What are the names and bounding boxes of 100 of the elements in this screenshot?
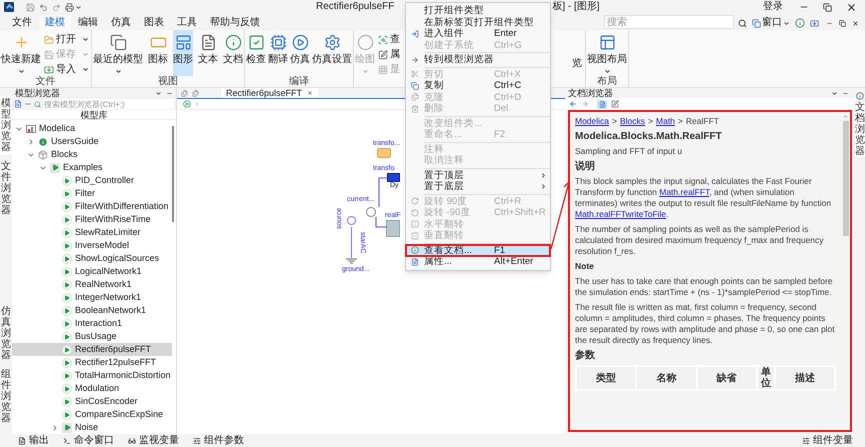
ribbon-button[interactable]: 仿真 [290, 30, 310, 76]
tree-item[interactable]: ShowLogicalSources [12, 252, 172, 265]
side-tab[interactable]: 文件浏览器 [0, 159, 12, 218]
tree-item[interactable]: FilterWithRiseTime [12, 213, 172, 226]
breadcrumb-link[interactable]: Modelica [575, 116, 610, 127]
edit-icon[interactable] [611, 100, 619, 108]
menu-tab[interactable]: 图表 [138, 15, 170, 30]
side-tab[interactable]: 组件浏览器 [0, 367, 12, 426]
bottom-tab[interactable]: 监视变量 [128, 434, 179, 446]
tree-item[interactable]: Blocks [12, 148, 172, 161]
menu-item[interactable]: 转到模型浏览器 [406, 54, 550, 66]
search-field[interactable]: 搜索模型浏览器(Ctrl+;) [43, 99, 174, 109]
menu-item[interactable]: 打开组件类型 [406, 5, 550, 16]
tree-item[interactable]: TotalHarmonicDistortion [12, 369, 172, 382]
printer-icon[interactable] [65, 2, 74, 12]
tree-item[interactable]: Filter [12, 187, 172, 200]
tab-list-icon[interactable] [181, 90, 188, 97]
collapse-icon[interactable] [27, 138, 35, 146]
redo-icon[interactable] [52, 2, 61, 12]
tree-item[interactable]: BusUsage [12, 330, 172, 343]
ribbon-button[interactable]: 图标 [148, 30, 168, 76]
menu-item[interactable]: 复制 Ctrl+C [406, 80, 550, 92]
menu-tab[interactable]: 建模 [39, 15, 71, 30]
search-field[interactable]: 搜索 [604, 15, 734, 29]
menu-tab[interactable]: 编辑 [72, 15, 104, 30]
tree-item[interactable]: BooleanNetwork1 [12, 304, 172, 317]
undo-icon[interactable] [39, 2, 48, 12]
ribbon-button-label[interactable]: 览 [572, 58, 582, 69]
scrollbar-thumb[interactable] [842, 121, 848, 236]
voltage-source-component[interactable] [347, 216, 356, 225]
bottom-tab[interactable]: 输出 [18, 434, 49, 446]
tree-item[interactable]: Rectifier12pulseFFT [12, 356, 172, 369]
tree-item[interactable]: SinCosEncoder [12, 395, 172, 408]
tree-item[interactable]: Modulation [12, 382, 172, 395]
menu-tab[interactable]: 帮助与反馈 [204, 15, 266, 30]
menu-tab[interactable]: 仿真 [105, 15, 137, 30]
doc-link[interactable]: Math.realFFTwriteToFile [575, 209, 666, 219]
side-tab[interactable]: 模型浏览器 [0, 96, 12, 155]
info-icon[interactable] [856, 92, 864, 100]
menu-item[interactable]: 置于底层 [406, 181, 550, 192]
minimize-icon[interactable] [826, 20, 833, 27]
tree-item[interactable]: UsersGuide [12, 135, 172, 148]
restore-icon[interactable] [839, 20, 846, 27]
tree-item[interactable]: Modelica [12, 122, 172, 135]
side-tab[interactable]: 仿真浏览器 [0, 304, 12, 363]
menu-tab[interactable]: 工具 [171, 15, 203, 30]
tree-item[interactable]: SlewRateLimiter [12, 226, 172, 239]
login-link[interactable]: 登录 [763, 1, 783, 13]
back-icon[interactable] [569, 100, 577, 108]
side-tab[interactable]: 文档浏览器 [855, 102, 865, 157]
tab-list-icon[interactable] [192, 90, 199, 97]
save-icon[interactable] [26, 2, 35, 12]
menu-tab[interactable]: 文件 [6, 15, 38, 30]
tree-item[interactable]: CompareSincExpSine [12, 408, 172, 421]
ribbon-button[interactable]: 检查 [246, 30, 266, 76]
bottom-tab[interactable]: 命令窗口 [63, 434, 114, 446]
tree-item[interactable]: Rectifier6pulseFFT [12, 343, 172, 356]
scrollbar-thumb[interactable] [172, 126, 174, 222]
tree-item[interactable]: Noise [12, 421, 172, 434]
doc-link[interactable]: Math.realFFT [659, 187, 710, 197]
bottom-tab[interactable]: 组件变量 [802, 434, 853, 446]
menu-item[interactable]: 进入组件 Enter [406, 28, 550, 40]
caret-icon[interactable] [831, 90, 838, 96]
menu-item[interactable]: 在新标签页打开组件类型 [406, 16, 550, 28]
ribbon-button[interactable]: 查 [377, 33, 401, 46]
sensor-component[interactable] [366, 207, 376, 217]
caret-icon[interactable] [75, 4, 82, 10]
editor-tab[interactable]: Rectifier6pulseFFT [221, 88, 318, 98]
restore-icon[interactable] [823, 2, 832, 12]
breadcrumb-link[interactable]: Math [656, 116, 675, 127]
ribbon-button[interactable]: 文本 [198, 30, 218, 76]
file-icon[interactable] [14, 100, 22, 108]
play-icon[interactable] [183, 100, 191, 108]
window-menu-button[interactable]: 窗口 [752, 17, 790, 29]
tree-item[interactable]: Interaction1 [12, 317, 172, 330]
ribbon-button[interactable]: 翻译 [268, 30, 288, 76]
ribbon-button[interactable]: 打开 [43, 33, 90, 46]
close-icon[interactable] [846, 2, 857, 12]
ribbon-button[interactable]: 仿真设置 [312, 30, 352, 76]
tree-item[interactable]: LogicalNetwork1 [12, 265, 172, 278]
menu-item[interactable]: 置于顶层 [406, 170, 550, 181]
scroll-up-icon[interactable] [843, 114, 848, 119]
view-icon[interactable] [597, 100, 607, 108]
tree-item[interactable]: Examples [12, 161, 172, 174]
tree-item[interactable]: RealNetwork1 [12, 278, 172, 291]
bottom-tab[interactable]: 组件参数 [193, 434, 244, 446]
ribbon-button[interactable]: 导入 [43, 63, 90, 76]
tree-item[interactable]: FilterWithDifferentiation [12, 200, 172, 213]
caret-icon[interactable] [155, 90, 162, 96]
collapse-icon[interactable] [51, 424, 59, 432]
search-icon[interactable] [738, 19, 747, 28]
forward-icon[interactable] [581, 100, 589, 108]
ribbon-button[interactable]: 快速新建 [1, 30, 41, 76]
ribbon-button[interactable]: 最近的模型 [93, 30, 143, 76]
ribbon-button[interactable]: 属 [377, 48, 401, 61]
tree-item[interactable]: IntegerNetwork1 [12, 291, 172, 304]
ribbon-button[interactable]: 文档 [223, 30, 243, 76]
tree-item[interactable]: PID_Controller [12, 174, 172, 187]
close-icon[interactable] [852, 20, 859, 27]
close-icon[interactable] [307, 90, 314, 96]
